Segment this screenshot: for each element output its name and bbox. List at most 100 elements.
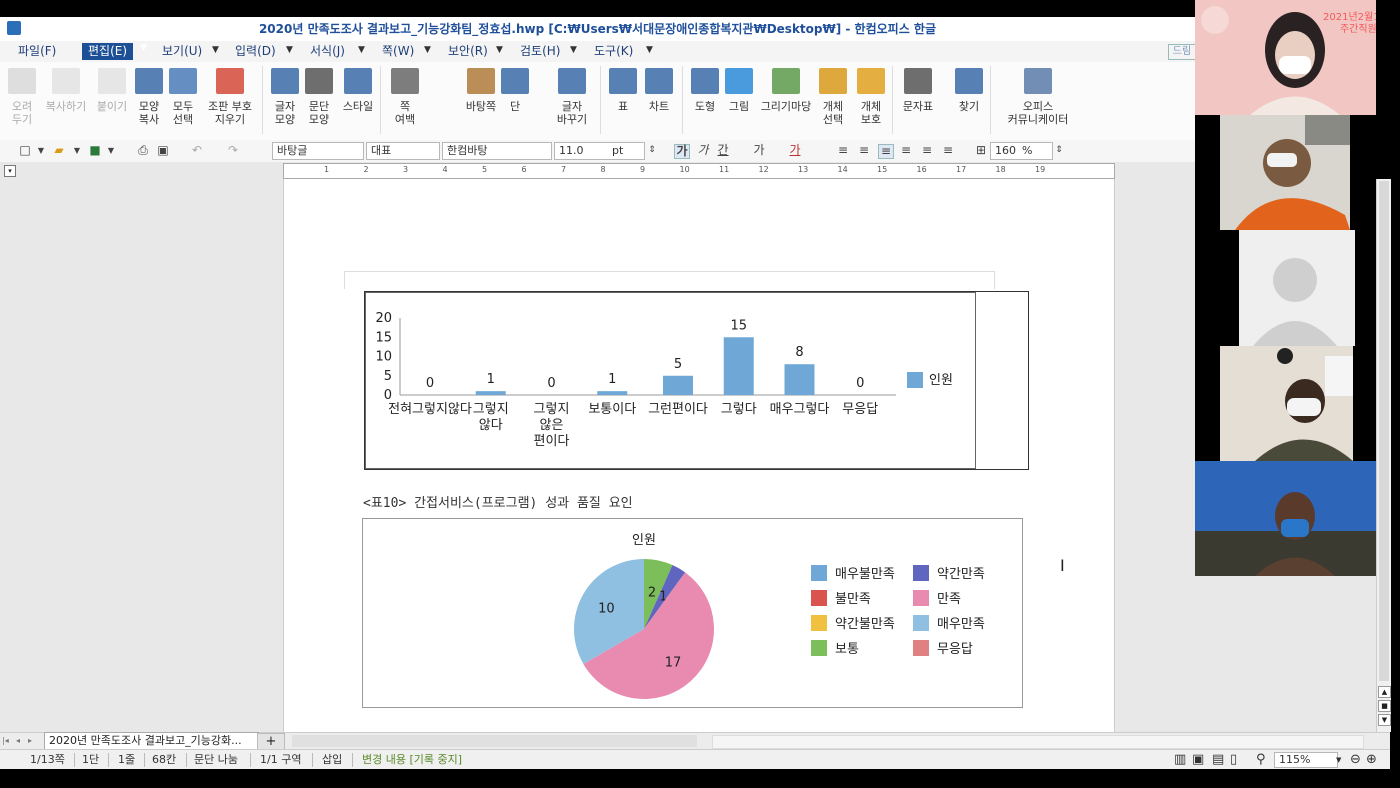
- scroll-thumb[interactable]: [1379, 181, 1389, 681]
- toolbar-button-chart[interactable]: 차트: [644, 68, 674, 138]
- magnifier-icon[interactable]: ⚲: [1256, 752, 1266, 768]
- print-view-icon[interactable]: ▯: [1230, 752, 1237, 768]
- tab-next-icon[interactable]: ▸: [28, 736, 32, 745]
- style-select[interactable]: 바탕글: [272, 142, 364, 160]
- align-distribute-icon[interactable]: ≡: [920, 144, 934, 157]
- toolbar-button-char-shape[interactable]: 글자 모양: [270, 68, 300, 138]
- preview-icon[interactable]: ▣: [156, 144, 170, 157]
- menu-review[interactable]: 검토(H): [514, 43, 566, 60]
- toolbar-button-communicator[interactable]: 오피스 커뮤니케이터: [1000, 68, 1076, 138]
- zoom-stepper-icon[interactable]: ⇕: [1052, 144, 1066, 157]
- toolbar-button-object-protect[interactable]: 개체 보호: [856, 68, 886, 138]
- toolbar-button-symbol[interactable]: 문자표: [900, 68, 936, 138]
- toolbar-button-clear-codes[interactable]: 조판 부호 지우기: [202, 68, 258, 138]
- page-view-icon[interactable]: ▣: [1192, 752, 1204, 768]
- chevron-down-icon[interactable]: ▼: [496, 45, 503, 55]
- document-tab[interactable]: 2020년 만족도조사 결과보고_기능강화...: [44, 732, 259, 750]
- page-select-icon[interactable]: ■: [1378, 700, 1391, 712]
- underline-button[interactable]: 간: [716, 144, 730, 157]
- toolbar-button-table[interactable]: 표: [608, 68, 638, 138]
- video-tile-1[interactable]: 2021년2월16일 주간직원교육: [1195, 0, 1376, 115]
- menu-security[interactable]: 보안(R): [442, 43, 494, 60]
- video-tile-3[interactable]: [1195, 230, 1376, 346]
- toolbar-button-shape[interactable]: 도형: [690, 68, 720, 138]
- align-right-icon[interactable]: ≡: [899, 144, 913, 157]
- strike-button[interactable]: 가: [752, 144, 766, 157]
- font-select[interactable]: 한컴바탕: [442, 142, 552, 160]
- chevron-down-icon[interactable]: ▼: [286, 45, 293, 55]
- language-select[interactable]: 대표: [366, 142, 440, 160]
- toolbar-button-select-all[interactable]: 모두 선택: [168, 68, 198, 138]
- toolbar-button-char-replace[interactable]: 글자 바꾸기: [552, 68, 592, 138]
- menu-tools[interactable]: 도구(K): [588, 43, 639, 60]
- undo-icon[interactable]: ↶: [190, 144, 204, 157]
- ribbon-toggle-button[interactable]: 드림: [1168, 44, 1196, 60]
- menu-format[interactable]: 서식(J): [304, 43, 351, 60]
- toolbar-button-page-margin[interactable]: 쪽 여백: [388, 68, 422, 138]
- video-tile-5[interactable]: [1195, 461, 1376, 576]
- toolbar-button-para-shape[interactable]: 문단 모양: [304, 68, 334, 138]
- toolbar-button-object-select[interactable]: 개체 선택: [818, 68, 848, 138]
- add-tab-button[interactable]: +: [257, 733, 285, 750]
- next-page-icon[interactable]: ▼: [1378, 714, 1391, 726]
- toolbar-button-format-painter[interactable]: 모양 복사: [134, 68, 164, 138]
- chevron-down-icon[interactable]: ▼: [104, 144, 118, 157]
- toolbar-button-style[interactable]: 스타일: [338, 68, 378, 138]
- status-page[interactable]: 1/13쪽: [30, 752, 65, 768]
- align-split-icon[interactable]: ≡: [941, 144, 955, 157]
- toolbar-button-paste[interactable]: 붙이기: [92, 68, 132, 138]
- prev-page-icon[interactable]: ▲: [1378, 686, 1391, 698]
- size-unit-select[interactable]: pt: [608, 142, 645, 160]
- align-justify-icon[interactable]: ≡: [836, 144, 850, 157]
- zoom-select[interactable]: 115%: [1274, 752, 1338, 768]
- normal-view-icon[interactable]: ▥: [1174, 752, 1186, 768]
- tab-prev-icon[interactable]: ◂: [16, 736, 20, 745]
- toolbar-button-copy[interactable]: 복사하기: [40, 68, 92, 138]
- horizontal-scrollbar[interactable]: [712, 735, 1364, 749]
- bar-chart[interactable]: 0 5 10 15 20 0 전혀그렇지않다 1 그렇지 않다 0 그렇지 않은 편이다 1 보통이다 5 그런편…: [365, 292, 976, 469]
- zoom-unit-select[interactable]: %: [1018, 142, 1053, 160]
- menu-edit[interactable]: 편집(E): [82, 43, 134, 60]
- video-tile-4[interactable]: [1195, 346, 1376, 461]
- chevron-down-icon[interactable]: ▼: [70, 144, 84, 157]
- align-left-icon[interactable]: ≡: [857, 144, 871, 157]
- menu-insert[interactable]: 입력(D): [229, 43, 282, 60]
- chevron-down-icon[interactable]: ▼: [212, 45, 219, 55]
- bold-button[interactable]: 가: [674, 144, 690, 159]
- font-color-button[interactable]: 가: [788, 144, 802, 157]
- tab-first-icon[interactable]: |◂: [2, 736, 9, 745]
- chevron-down-icon[interactable]: ▼: [646, 45, 653, 55]
- menu-view[interactable]: 보기(U): [156, 43, 208, 60]
- tab-type-icon[interactable]: ▾: [4, 165, 16, 177]
- zoom-in-icon[interactable]: ⊕: [1366, 752, 1377, 768]
- save-icon[interactable]: ■: [88, 144, 102, 157]
- toolbar-button-master-page[interactable]: 바탕쪽: [460, 68, 502, 138]
- new-doc-icon[interactable]: □: [18, 144, 32, 157]
- redo-icon[interactable]: ↷: [226, 144, 240, 157]
- open-folder-icon[interactable]: ▰: [52, 144, 66, 157]
- print-icon[interactable]: ⎙: [136, 144, 150, 157]
- hscroll-left[interactable]: [292, 735, 697, 747]
- zoom-out-icon[interactable]: ⊖: [1350, 752, 1361, 768]
- chevron-down-icon[interactable]: ▼: [358, 45, 365, 55]
- video-tile-2[interactable]: [1195, 115, 1376, 230]
- chevron-down-icon[interactable]: ▼: [570, 45, 577, 55]
- chevron-down-icon[interactable]: ▼: [424, 45, 431, 55]
- toolbar-button-picture[interactable]: 그림: [724, 68, 754, 138]
- status-track-changes[interactable]: 변경 내용 [기록 중지]: [362, 752, 462, 768]
- toolbar-button-scissors[interactable]: 오려 두기: [6, 68, 38, 138]
- toolbar-button-find[interactable]: 찾기: [954, 68, 984, 138]
- italic-button[interactable]: 가: [696, 144, 710, 157]
- wide-view-icon[interactable]: ▤: [1212, 752, 1224, 768]
- status-mode[interactable]: 삽입: [322, 752, 342, 768]
- chevron-down-icon[interactable]: ▼: [34, 144, 48, 157]
- chevron-down-icon[interactable]: ▼: [1336, 752, 1341, 768]
- font-size-input[interactable]: 11.0: [554, 142, 614, 160]
- pie-chart[interactable]: 인원 2 1 17 10 매우불만족 약간만족 불만족 만족 약간불만족 매우만족 보통 무응답: [362, 518, 1023, 708]
- align-center-icon[interactable]: ≡: [878, 144, 894, 159]
- vertical-scrollbar[interactable]: ▲ ■ ▼: [1376, 179, 1391, 732]
- size-stepper-icon[interactable]: ⇕: [645, 144, 659, 157]
- menu-file[interactable]: 파일(F): [12, 43, 62, 60]
- menu-page[interactable]: 쪽(W): [376, 43, 420, 60]
- toolbar-button-columns[interactable]: 단: [498, 68, 532, 138]
